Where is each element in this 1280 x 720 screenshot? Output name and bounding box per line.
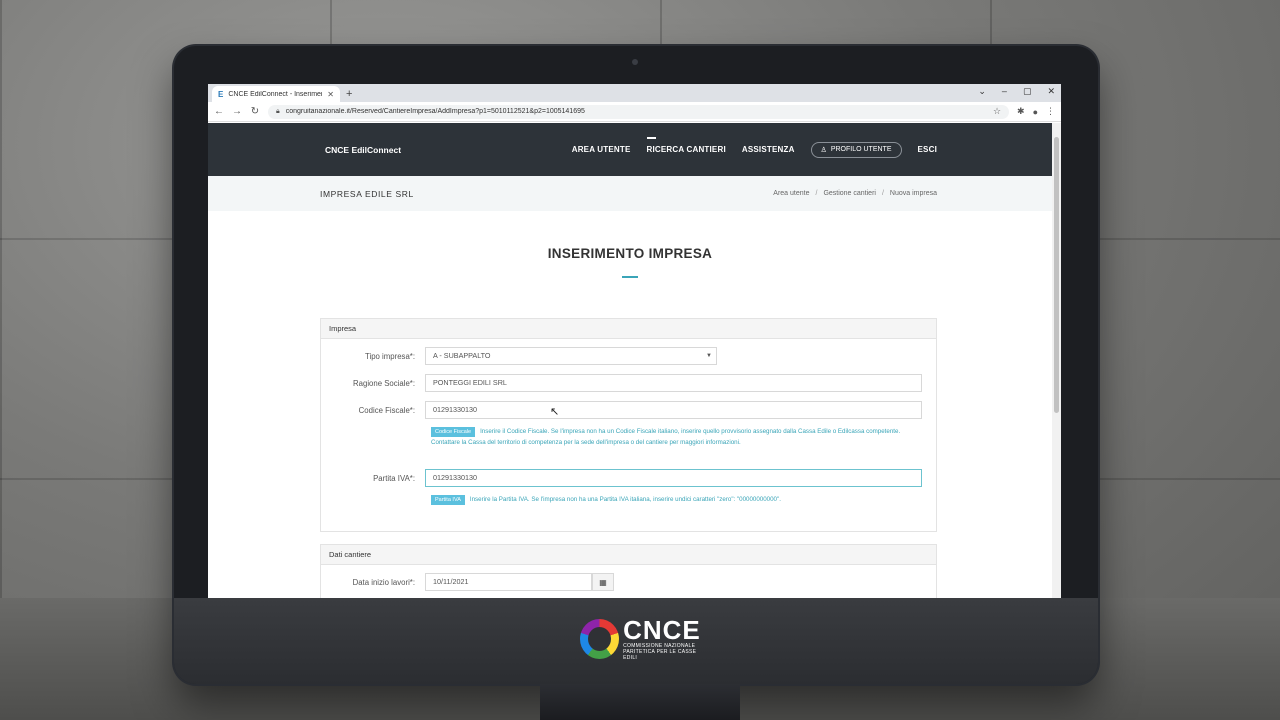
- puzzle-icon[interactable]: ✱: [1017, 106, 1025, 117]
- company-name: IMPRESA EDILE SRL: [320, 188, 414, 199]
- breadcrumb: Area utente / Gestione cantieri / Nuova …: [773, 190, 937, 197]
- codice-fiscale-row: Codice Fiscale*: 01291330130: [321, 401, 936, 419]
- data-inizio-row: Data inizio lavori*: 10/11/2021 ▦: [321, 573, 936, 591]
- tab-title: CNCE EdilConnect - Inserimento: [228, 90, 323, 98]
- window-controls: ⌄ – ▢ ✕: [978, 84, 1055, 98]
- sub-header: IMPRESA EDILE SRL Area utente / Gestione…: [208, 176, 1052, 211]
- tipo-impresa-row: Tipo impresa*: A - SUBAPPALTO ▼: [321, 347, 936, 365]
- page-title: INSERIMENTO IMPRESA: [547, 246, 713, 261]
- address-bar: ← → ↻ 🔒︎ congruitanazionale.it/Reserved/…: [208, 102, 1061, 122]
- data-inizio-input[interactable]: 10/11/2021: [425, 573, 592, 591]
- tipo-impresa-select[interactable]: A - SUBAPPALTO ▼: [425, 347, 717, 365]
- logo-subtitle-2: PARITETICA PER LE CASSE EDILI: [623, 649, 697, 661]
- codice-fiscale-badge: Codice Fiscale: [431, 427, 476, 437]
- star-icon[interactable]: ☆: [993, 106, 1001, 117]
- codice-fiscale-help-text: Inserire il Codice Fiscale. Se l'impresa…: [431, 428, 901, 446]
- web-page: CNCE EdilConnect AREA UTENTE RICERCA CAN…: [208, 123, 1052, 598]
- brand-link[interactable]: CNCE EdilConnect: [325, 145, 572, 155]
- close-window-icon[interactable]: ✕: [1047, 84, 1055, 98]
- browser-tab[interactable]: E CNCE EdilConnect - Inserimento ✕: [212, 86, 340, 102]
- data-inizio-label: Data inizio lavori*:: [352, 577, 415, 587]
- page-scrollbar[interactable]: [1052, 123, 1061, 598]
- lock-icon[interactable]: 🔒︎: [276, 108, 280, 116]
- calendar-icon[interactable]: ▦: [592, 573, 614, 591]
- url-text: congruitanazionale.it/Reserved/CantiereI…: [285, 108, 585, 115]
- menu-dots-icon[interactable]: ⋮: [1046, 106, 1055, 117]
- minimize-icon[interactable]: –: [1002, 84, 1007, 98]
- partita-iva-badge: Partita IVA: [431, 495, 465, 505]
- webcam-icon: [632, 59, 638, 65]
- new-tab-icon[interactable]: +: [346, 86, 352, 102]
- forward-icon[interactable]: →: [232, 106, 242, 117]
- logo-ring-icon: [580, 619, 620, 659]
- logout-link[interactable]: ESCI: [918, 145, 937, 154]
- cantiere-panel: Dati cantiere Data inizio lavori*: 10/11…: [320, 544, 937, 598]
- back-icon[interactable]: ←: [214, 106, 224, 117]
- browser-window: E CNCE EdilConnect - Inserimento ✕ + ⌄ –…: [208, 84, 1061, 598]
- breadcrumb-gestione-cantieri[interactable]: Gestione cantieri: [823, 190, 876, 197]
- tipo-impresa-label: Tipo impresa*:: [365, 351, 415, 361]
- cnce-logo: CNCE COMMISSIONE NAZIONALE PARITETICA PE…: [580, 614, 710, 664]
- title-underline: [622, 276, 638, 278]
- top-navigation: CNCE EdilConnect AREA UTENTE RICERCA CAN…: [208, 123, 1052, 176]
- partita-iva-row: Partita IVA*: 01291330130: [321, 469, 936, 487]
- menu-item-ricerca-cantieri[interactable]: RICERCA CANTIERI: [646, 137, 726, 154]
- menu-item-assistenza[interactable]: ASSISTENZA: [742, 145, 795, 154]
- partita-iva-label: Partita IVA*:: [373, 473, 415, 483]
- monitor-stand: [540, 684, 740, 720]
- reload-icon[interactable]: ↻: [250, 106, 260, 117]
- codice-fiscale-label: Codice Fiscale*:: [358, 405, 415, 415]
- scrollbar-thumb[interactable]: [1054, 137, 1059, 413]
- logo-title: CNCE: [623, 615, 701, 645]
- breadcrumb-separator: /: [881, 190, 884, 197]
- partita-iva-input[interactable]: 01291330130: [425, 469, 922, 487]
- codice-fiscale-input[interactable]: 01291330130: [425, 401, 922, 419]
- dropdown-caret-icon: ▼: [706, 353, 712, 359]
- breadcrumb-nuova-impresa: Nuova impresa: [889, 190, 937, 197]
- menu-item-area-utente[interactable]: AREA UTENTE: [572, 145, 631, 154]
- impresa-panel: Impresa Tipo impresa*: A - SUBAPPALTO ▼ …: [320, 318, 937, 532]
- breadcrumb-area-utente[interactable]: Area utente: [773, 190, 809, 197]
- tab-close-icon[interactable]: ✕: [327, 90, 334, 99]
- impresa-panel-title: Impresa: [321, 319, 936, 339]
- cantiere-panel-title: Dati cantiere: [321, 545, 936, 565]
- ragione-sociale-label: Ragione Sociale*:: [353, 378, 415, 388]
- maximize-icon[interactable]: ▢: [1023, 84, 1032, 98]
- favicon-icon: E: [218, 89, 224, 99]
- url-input[interactable]: 🔒︎ congruitanazionale.it/Reserved/Cantie…: [268, 104, 1010, 119]
- tipo-impresa-value: A - SUBAPPALTO: [433, 351, 491, 360]
- main-menu: AREA UTENTE RICERCA CANTIERI ASSISTENZA …: [572, 137, 937, 158]
- mouse-cursor-icon: ↖: [550, 406, 560, 418]
- tab-strip: E CNCE EdilConnect - Inserimento ✕ + ⌄ –…: [208, 84, 1061, 102]
- partita-iva-help: Partita IVA Inserire la Partita IVA. Se l…: [431, 494, 927, 505]
- chevron-down-icon[interactable]: ⌄: [978, 84, 986, 98]
- profile-label: PROFILO UTENTE: [830, 146, 892, 153]
- codice-fiscale-help: Codice Fiscale Inserire il Codice Fiscale…: [431, 426, 927, 448]
- ragione-sociale-row: Ragione Sociale*: PONTEGGI EDILI SRL: [321, 374, 936, 392]
- partita-iva-help-text: Inserire la Partita IVA. Se l'impresa no…: [469, 496, 781, 503]
- ragione-sociale-input[interactable]: PONTEGGI EDILI SRL: [425, 374, 922, 392]
- user-icon: ♙: [820, 146, 827, 154]
- breadcrumb-separator: /: [815, 190, 818, 197]
- profile-button[interactable]: ♙ PROFILO UTENTE: [810, 141, 902, 158]
- account-icon[interactable]: ●: [1033, 107, 1038, 117]
